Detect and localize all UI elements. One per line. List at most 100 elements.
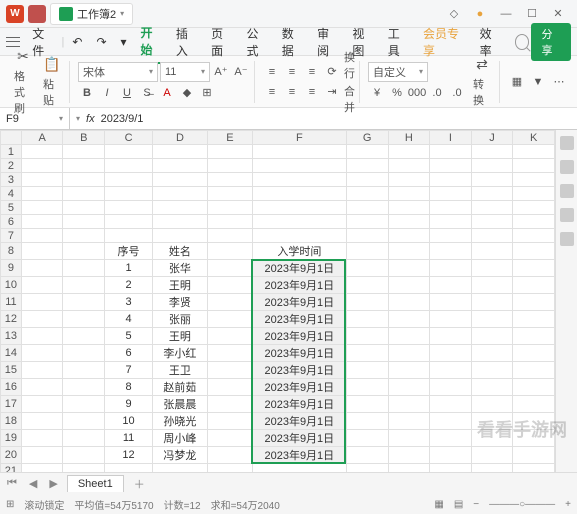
column-header[interactable]: E [207,131,252,145]
cell[interactable] [105,173,153,187]
column-header[interactable]: I [430,131,472,145]
cell[interactable] [346,159,388,173]
cell[interactable] [105,187,153,201]
cell[interactable]: 3 [105,294,153,311]
cell[interactable] [207,145,252,159]
strike-button[interactable]: S̶ [138,84,156,102]
cell[interactable] [471,413,513,430]
cell[interactable] [513,379,555,396]
cell[interactable] [430,159,472,173]
percent-icon[interactable]: % [388,84,406,102]
cell[interactable]: 姓名 [153,243,208,260]
cell[interactable]: 2 [105,277,153,294]
column-header[interactable]: G [346,131,388,145]
paste-button[interactable]: 📋 粘贴 [39,54,65,110]
cell[interactable] [63,464,105,473]
row-header[interactable]: 14 [1,345,22,362]
cell[interactable] [63,243,105,260]
zoom-in-button[interactable]: + [565,499,571,510]
cell[interactable] [252,229,346,243]
cell[interactable]: 张华 [153,260,208,277]
cell[interactable] [471,430,513,447]
cell[interactable] [21,187,63,201]
cell[interactable] [105,145,153,159]
cell[interactable] [513,187,555,201]
cell[interactable]: 张晨晨 [153,396,208,413]
cell[interactable] [63,201,105,215]
cell[interactable] [207,413,252,430]
cell[interactable] [430,396,472,413]
column-header[interactable]: F [252,131,346,145]
cell[interactable] [63,311,105,328]
cell[interactable]: 赵前茹 [153,379,208,396]
cell[interactable] [430,430,472,447]
cell[interactable] [430,145,472,159]
cell[interactable] [21,430,63,447]
cell[interactable]: 序号 [105,243,153,260]
cell[interactable] [388,145,430,159]
cell[interactable]: 2023年9月1日 [252,413,346,430]
tab-formula[interactable]: 公式 [240,21,273,63]
cell[interactable] [21,311,63,328]
cell[interactable] [513,201,555,215]
cell[interactable]: 8 [105,379,153,396]
font-color-button[interactable]: A [158,84,176,102]
cell[interactable]: 入学时间 [252,243,346,260]
number-format-select[interactable]: 自定义▾ [368,62,428,82]
tab-start[interactable]: 开始 [135,20,168,64]
fill-color-button[interactable]: ◆ [178,84,196,102]
cell[interactable]: 王明 [153,277,208,294]
cell[interactable] [153,187,208,201]
filter-icon[interactable]: ▼ [529,73,547,91]
cell[interactable] [207,345,252,362]
align-top-icon[interactable]: ≡ [263,63,281,81]
styles-icon[interactable]: ▦ [508,73,526,91]
cell[interactable] [388,413,430,430]
cell[interactable]: 2023年9月1日 [252,447,346,464]
menu-save-icon[interactable]: ▾ [115,31,133,53]
panel-icon-2[interactable] [560,160,574,174]
cell[interactable] [63,145,105,159]
workbook-tab[interactable]: 工作簿2 ▾ [50,3,133,25]
cell[interactable] [105,159,153,173]
comma-icon[interactable]: 000 [408,84,426,102]
cell[interactable] [346,413,388,430]
row-header[interactable]: 19 [1,430,22,447]
view-page-icon[interactable]: ▤ [454,499,463,510]
cell[interactable] [207,173,252,187]
cell[interactable] [513,173,555,187]
cell[interactable] [471,215,513,229]
zoom-out-button[interactable]: − [473,499,479,510]
cell[interactable] [21,447,63,464]
search-icon[interactable] [515,34,529,50]
cell[interactable] [346,345,388,362]
border-button[interactable]: ⊞ [198,84,216,102]
cell[interactable] [471,396,513,413]
cell[interactable] [471,311,513,328]
row-header[interactable]: 11 [1,294,22,311]
cell[interactable]: 5 [105,328,153,345]
cell[interactable] [471,447,513,464]
cell[interactable] [471,229,513,243]
row-header[interactable]: 6 [1,215,22,229]
cell-reference-input[interactable]: F9▾ [0,108,70,129]
cell[interactable] [346,430,388,447]
cell[interactable] [21,243,63,260]
row-header[interactable]: 15 [1,362,22,379]
cell[interactable] [430,362,472,379]
align-middle-icon[interactable]: ≡ [283,63,301,81]
row-header[interactable]: 5 [1,201,22,215]
row-header[interactable]: 3 [1,173,22,187]
cell[interactable] [430,277,472,294]
cell[interactable] [430,311,472,328]
cell[interactable] [513,430,555,447]
cell[interactable] [21,277,63,294]
cell[interactable] [346,328,388,345]
cell[interactable] [63,413,105,430]
cell[interactable] [430,173,472,187]
cell[interactable] [388,464,430,473]
cell[interactable] [346,243,388,260]
align-center-icon[interactable]: ≡ [283,83,301,101]
fx-icon[interactable]: fx [86,113,95,125]
cell[interactable] [21,201,63,215]
